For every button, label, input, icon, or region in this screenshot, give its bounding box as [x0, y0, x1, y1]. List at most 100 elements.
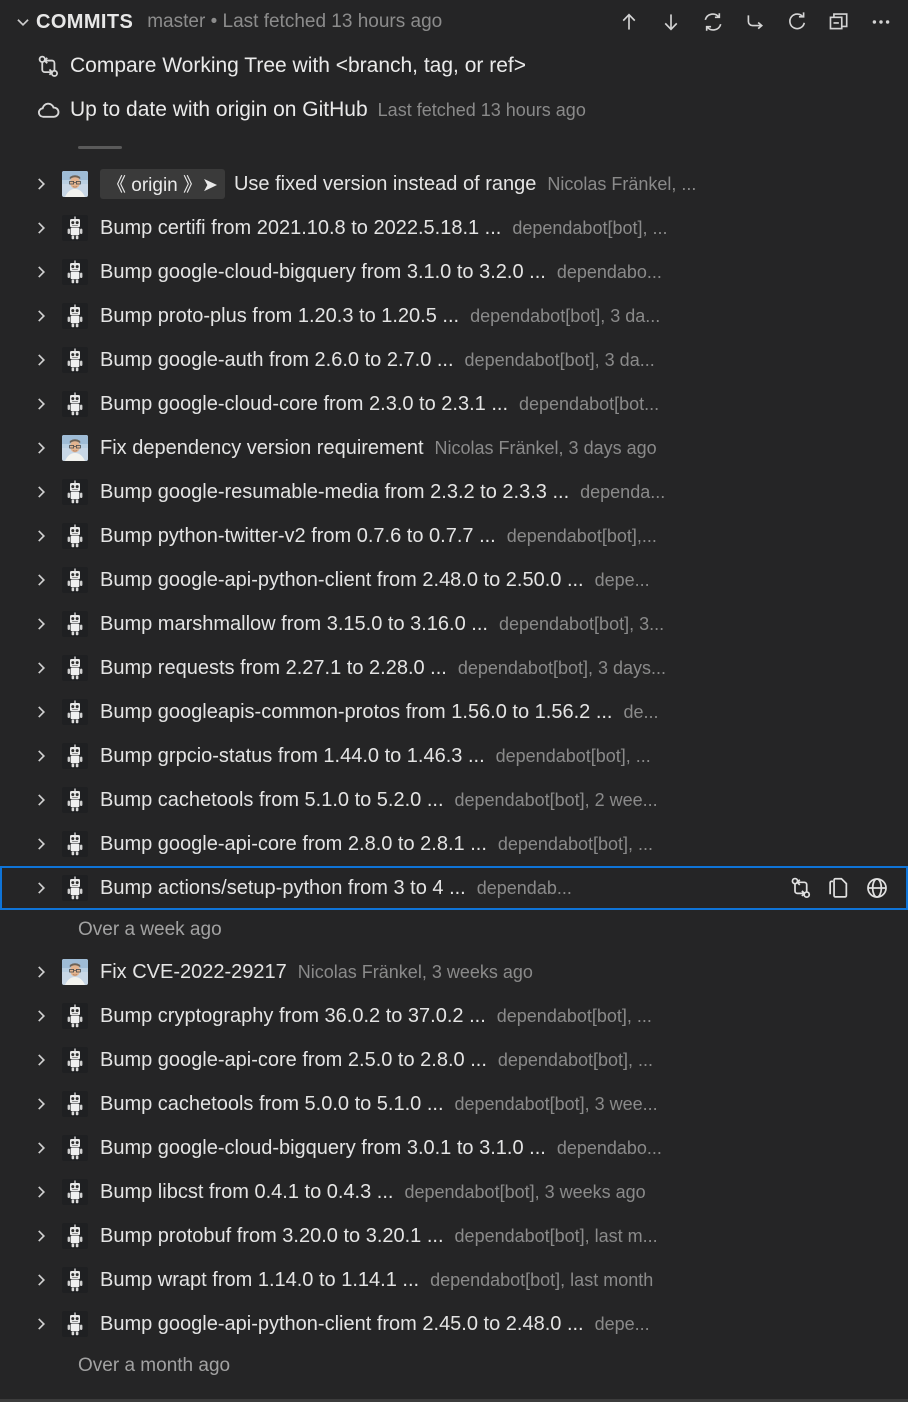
- commit-row[interactable]: Bump python-twitter-v2 from 0.7.6 to 0.7…: [0, 514, 908, 558]
- chevron-right-icon[interactable]: [26, 483, 56, 501]
- commit-row[interactable]: Bump wrapt from 1.14.0 to 1.14.1 ...depe…: [0, 1258, 908, 1302]
- chevron-right-icon[interactable]: [26, 219, 56, 237]
- chevron-right-icon[interactable]: [26, 1051, 56, 1069]
- chevron-right-icon[interactable]: [26, 395, 56, 413]
- origin-badge: 《 origin 》➤: [100, 169, 225, 199]
- commit-message: Bump googleapis-common-protos from 1.56.…: [100, 701, 613, 724]
- commit-row[interactable]: Bump actions/setup-python from 3 to 4 ..…: [0, 866, 908, 910]
- date-group-over-a-week: Over a week ago: [0, 910, 908, 950]
- commit-row-actions: [788, 875, 906, 901]
- commit-message: Bump wrapt from 1.14.0 to 1.14.1 ...: [100, 1269, 419, 1292]
- chevron-right-icon[interactable]: [26, 175, 56, 193]
- chevron-right-icon[interactable]: [26, 791, 56, 809]
- commit-row[interactable]: Bump certifi from 2021.10.8 to 2022.5.18…: [0, 206, 908, 250]
- sync-icon[interactable]: [700, 9, 726, 35]
- header-description: master • Last fetched 13 hours ago: [147, 11, 442, 33]
- ellipsis-icon[interactable]: [868, 9, 894, 35]
- commit-list: 《 origin 》➤Use fixed version instead of …: [0, 162, 908, 910]
- bot-avatar: [62, 743, 88, 769]
- commit-row[interactable]: Fix CVE-2022-29217Nicolas Fränkel, 3 wee…: [0, 950, 908, 994]
- commit-row[interactable]: Bump google-cloud-bigquery from 3.0.1 to…: [0, 1126, 908, 1170]
- chevron-right-icon[interactable]: [26, 747, 56, 765]
- globe-icon[interactable]: [864, 875, 890, 901]
- commit-row[interactable]: 《 origin 》➤Use fixed version instead of …: [0, 162, 908, 206]
- commit-row[interactable]: Bump marshmallow from 3.15.0 to 3.16.0 .…: [0, 602, 908, 646]
- commit-row[interactable]: Bump google-resumable-media from 2.3.2 t…: [0, 470, 908, 514]
- chevron-right-icon[interactable]: [26, 963, 56, 981]
- commit-message: Bump cachetools from 5.0.0 to 5.1.0 ...: [100, 1093, 444, 1116]
- commit-meta: Nicolas Fränkel, ...: [547, 174, 696, 195]
- chevron-right-icon[interactable]: [26, 263, 56, 281]
- commit-meta: dependabo...: [557, 262, 662, 283]
- commit-message: Bump google-cloud-bigquery from 3.0.1 to…: [100, 1137, 546, 1160]
- copy-icon[interactable]: [826, 875, 852, 901]
- compare-working-tree-row[interactable]: Compare Working Tree with <branch, tag, …: [0, 44, 908, 88]
- commit-row[interactable]: Bump cryptography from 36.0.2 to 37.0.2 …: [0, 994, 908, 1038]
- commit-row[interactable]: Bump protobuf from 3.20.0 to 3.20.1 ...d…: [0, 1214, 908, 1258]
- commit-message: Bump certifi from 2021.10.8 to 2022.5.18…: [100, 217, 501, 240]
- chevron-right-icon[interactable]: [26, 1271, 56, 1289]
- commit-meta: dependabot[bot], ...: [497, 1006, 652, 1027]
- chevron-right-icon[interactable]: [26, 1315, 56, 1333]
- chevron-right-icon[interactable]: [26, 1183, 56, 1201]
- commit-row[interactable]: Bump libcst from 0.4.1 to 0.4.3 ...depen…: [0, 1170, 908, 1214]
- chevron-right-icon[interactable]: [26, 1227, 56, 1245]
- commit-meta: depe...: [595, 1314, 650, 1335]
- chevron-right-icon[interactable]: [26, 615, 56, 633]
- commit-meta: dependabot[bot], last m...: [455, 1226, 658, 1247]
- chevron-right-icon[interactable]: [26, 1095, 56, 1113]
- chevron-right-icon[interactable]: [26, 307, 56, 325]
- commit-meta: dependabot[bot], 2 wee...: [455, 790, 658, 811]
- commit-row[interactable]: Bump google-api-python-client from 2.48.…: [0, 558, 908, 602]
- commit-row[interactable]: Bump google-api-python-client from 2.45.…: [0, 1302, 908, 1346]
- chevron-right-icon[interactable]: [26, 879, 56, 897]
- chevron-right-icon[interactable]: [26, 659, 56, 677]
- chevron-right-icon[interactable]: [26, 835, 56, 853]
- bot-avatar: [62, 1267, 88, 1293]
- refresh-icon[interactable]: [784, 9, 810, 35]
- bot-avatar: [62, 523, 88, 549]
- commit-row[interactable]: Bump google-auth from 2.6.0 to 2.7.0 ...…: [0, 338, 908, 382]
- commit-message: Fix CVE-2022-29217: [100, 961, 287, 984]
- commit-message: Bump python-twitter-v2 from 0.7.6 to 0.7…: [100, 525, 496, 548]
- commit-row[interactable]: Fix dependency version requirementNicola…: [0, 426, 908, 470]
- date-group-label: Over a month ago: [78, 1355, 230, 1377]
- chevron-right-icon[interactable]: [26, 439, 56, 457]
- commit-message: Bump grpcio-status from 1.44.0 to 1.46.3…: [100, 745, 485, 768]
- chevron-right-icon[interactable]: [26, 1007, 56, 1025]
- commit-row[interactable]: Bump googleapis-common-protos from 1.56.…: [0, 690, 908, 734]
- collapse-all-icon[interactable]: [826, 9, 852, 35]
- chevron-right-icon[interactable]: [26, 351, 56, 369]
- git-compare-icon[interactable]: [788, 875, 814, 901]
- chevron-right-icon[interactable]: [26, 703, 56, 721]
- commit-meta: dependabot[bot], 3 wee...: [455, 1094, 658, 1115]
- commit-row[interactable]: Bump google-cloud-core from 2.3.0 to 2.3…: [0, 382, 908, 426]
- arrow-down-icon[interactable]: [658, 9, 684, 35]
- up-to-date-row[interactable]: Up to date with origin on GitHub Last fe…: [0, 88, 908, 132]
- commit-message: Bump google-cloud-core from 2.3.0 to 2.3…: [100, 393, 508, 416]
- commit-meta: dependabot[bot], 3 da...: [465, 350, 655, 371]
- date-group-over-a-month: Over a month ago: [0, 1346, 908, 1386]
- arrow-curve-right-icon[interactable]: [742, 9, 768, 35]
- commit-meta: dependab...: [477, 878, 572, 899]
- commit-row[interactable]: Bump google-api-core from 2.8.0 to 2.8.1…: [0, 822, 908, 866]
- chevron-right-icon[interactable]: [26, 571, 56, 589]
- commit-row[interactable]: Bump cachetools from 5.0.0 to 5.1.0 ... d…: [0, 1082, 908, 1126]
- commit-message: Bump google-api-core from 2.5.0 to 2.8.0…: [100, 1049, 487, 1072]
- arrow-up-icon[interactable]: [616, 9, 642, 35]
- chevron-right-icon[interactable]: [26, 527, 56, 545]
- commit-message: Bump google-resumable-media from 2.3.2 t…: [100, 481, 569, 504]
- git-compare-icon: [26, 54, 70, 79]
- commit-row[interactable]: Bump google-cloud-bigquery from 3.1.0 to…: [0, 250, 908, 294]
- commit-row[interactable]: Bump google-api-core from 2.5.0 to 2.8.0…: [0, 1038, 908, 1082]
- commit-row[interactable]: Bump cachetools from 5.1.0 to 5.2.0 ...d…: [0, 778, 908, 822]
- commit-row[interactable]: Bump grpcio-status from 1.44.0 to 1.46.3…: [0, 734, 908, 778]
- bot-avatar: [62, 347, 88, 373]
- commit-message: Bump marshmallow from 3.15.0 to 3.16.0 .…: [100, 613, 488, 636]
- chevron-down-icon[interactable]: [10, 13, 36, 31]
- chevron-right-icon[interactable]: [26, 1139, 56, 1157]
- commit-row[interactable]: Bump requests from 2.27.1 to 2.28.0 ...d…: [0, 646, 908, 690]
- commits-view-header[interactable]: COMMITS master • Last fetched 13 hours a…: [0, 0, 908, 44]
- commit-meta: dependabot[bot...: [519, 394, 659, 415]
- commit-row[interactable]: Bump proto-plus from 1.20.3 to 1.20.5 ..…: [0, 294, 908, 338]
